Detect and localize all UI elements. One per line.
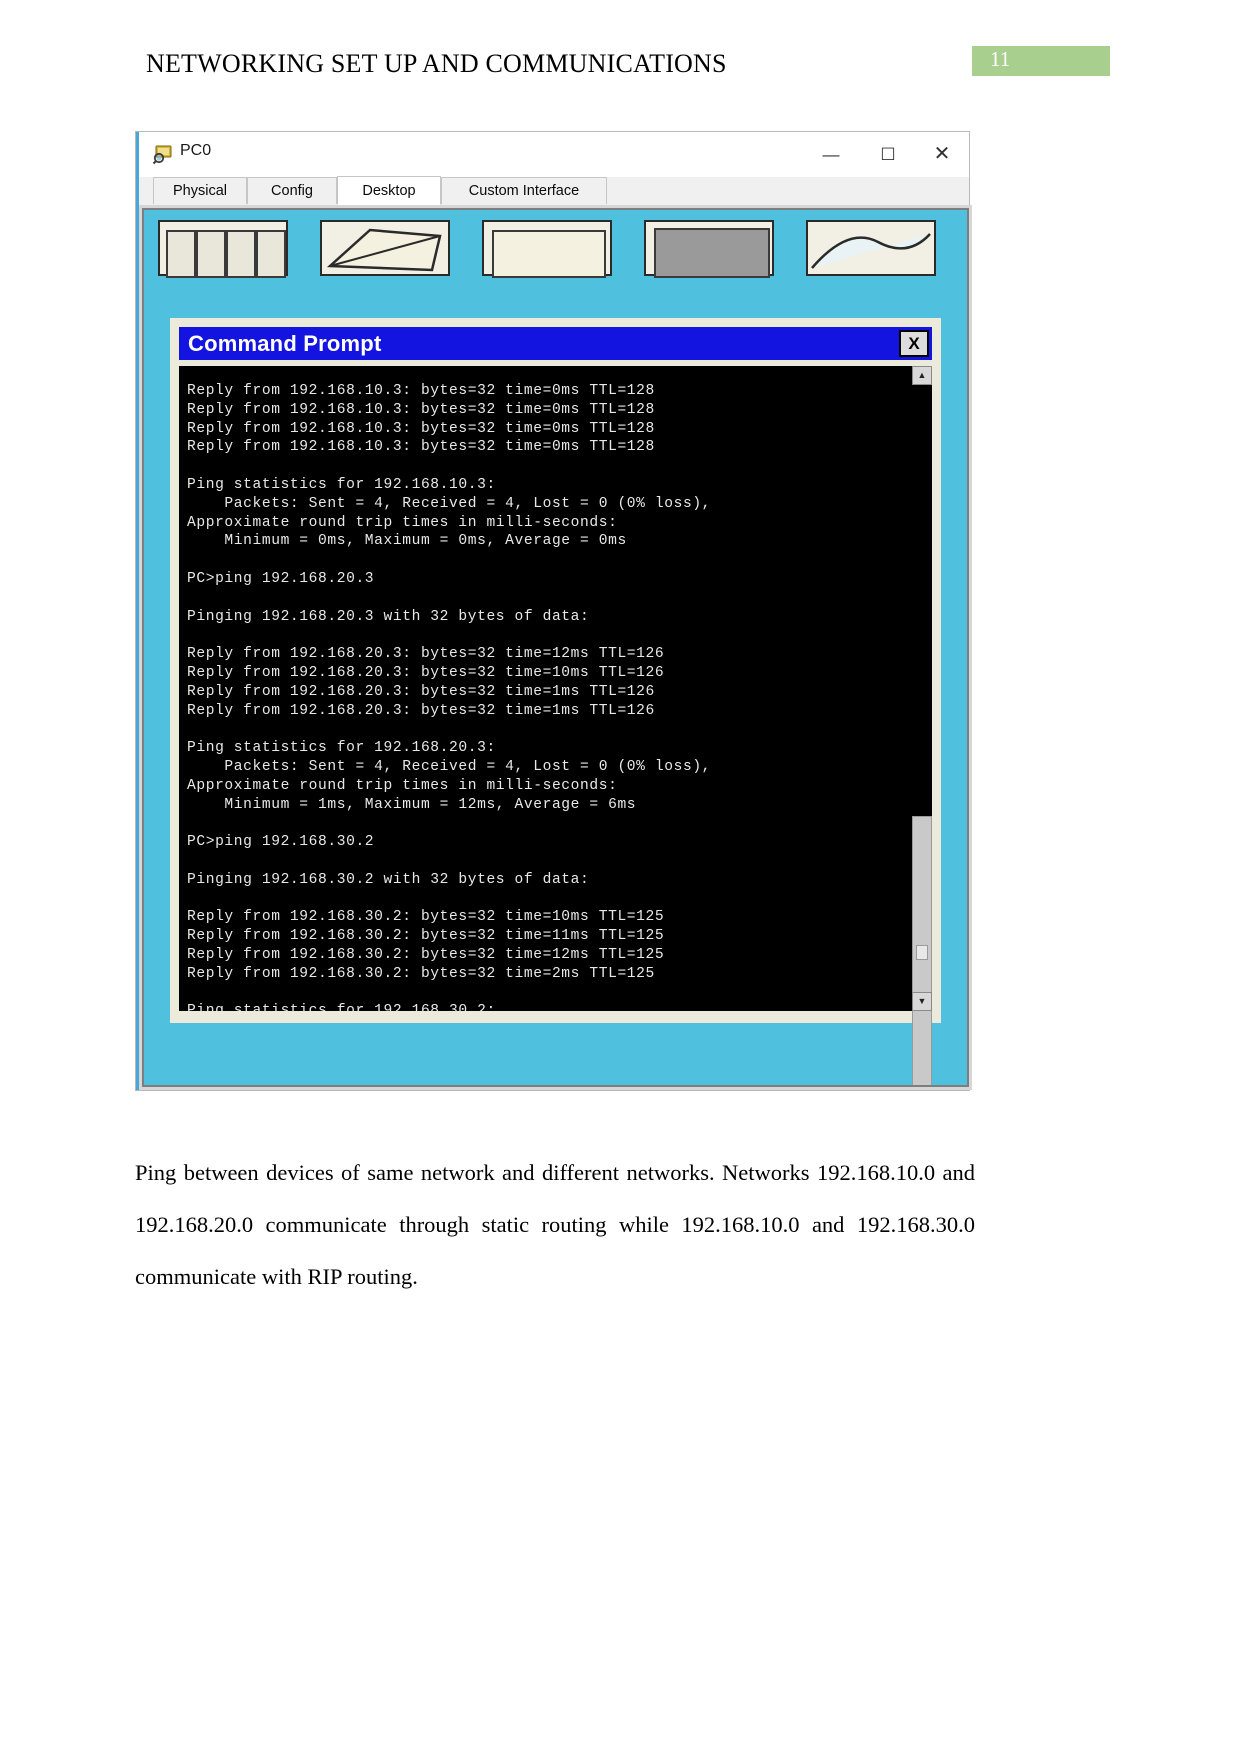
desktop-icon-row <box>158 220 967 280</box>
pc0-titlebar: PC0 — ☐ ✕ <box>139 132 969 177</box>
screenshot-figure: PC0 — ☐ ✕ Physical Config Desktop Custom… <box>135 131 972 1091</box>
minimize-button[interactable]: — <box>808 132 854 177</box>
tab-config[interactable]: Config <box>247 177 337 204</box>
desktop-canvas: Command Prompt X Reply from 192.168.10.3… <box>142 208 969 1087</box>
console-output-text: Reply from 192.168.10.3: bytes=32 time=0… <box>187 383 712 1011</box>
scrollbar-thumb[interactable] <box>912 816 932 1085</box>
command-prompt-window: Command Prompt X Reply from 192.168.10.3… <box>170 318 941 1085</box>
tab-physical[interactable]: Physical <box>153 177 247 204</box>
desktop-icon-card-5[interactable] <box>806 220 936 276</box>
tab-custom-interface[interactable]: Custom Interface <box>441 177 607 204</box>
tab-desktop[interactable]: Desktop <box>337 176 441 205</box>
page-number-badge: 11 <box>972 46 1110 76</box>
command-prompt-close-icon[interactable]: X <box>899 330 929 357</box>
pc0-content-area: Command Prompt X Reply from 192.168.10.3… <box>139 205 972 1090</box>
page-title: NETWORKING SET UP AND COMMUNICATIONS <box>146 49 727 78</box>
console-scrollbar[interactable]: ▲ ▼ <box>911 366 932 1085</box>
console-output-viewport[interactable]: Reply from 192.168.10.3: bytes=32 time=0… <box>179 366 911 1011</box>
caption-paragraph: Ping between devices of same network and… <box>135 1159 975 1289</box>
document-header: NETWORKING SET UP AND COMMUNICATIONS 11 <box>0 46 1241 92</box>
scrollbar-thumb-grip <box>916 945 928 960</box>
command-prompt-console-area: Reply from 192.168.10.3: bytes=32 time=0… <box>179 366 932 1085</box>
desktop-icon-card-1[interactable] <box>158 220 288 278</box>
scroll-up-arrow-icon[interactable]: ▲ <box>912 366 932 385</box>
maximize-button[interactable]: ☐ <box>865 132 911 177</box>
page-number: 11 <box>990 47 1011 71</box>
scroll-down-arrow-icon[interactable]: ▼ <box>912 992 932 1011</box>
pc0-window: PC0 — ☐ ✕ Physical Config Desktop Custom… <box>136 132 972 1090</box>
command-prompt-title: Command Prompt <box>188 331 382 356</box>
desktop-icon-card-2[interactable] <box>320 220 450 276</box>
pc0-tab-strip: Physical Config Desktop Custom Interface <box>139 176 969 206</box>
packet-tracer-pc-icon <box>152 143 174 165</box>
pc0-title-label: PC0 <box>180 142 212 159</box>
command-prompt-titlebar: Command Prompt X <box>179 327 932 360</box>
desktop-icon-card-4[interactable] <box>644 220 774 278</box>
close-button[interactable]: ✕ <box>919 132 965 177</box>
desktop-icon-card-3[interactable] <box>482 220 612 278</box>
